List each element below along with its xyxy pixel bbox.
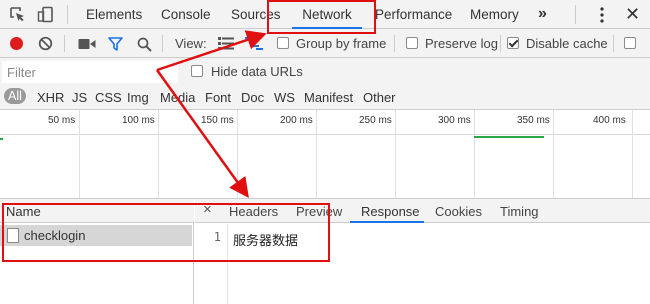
divider	[500, 35, 501, 52]
divider	[394, 35, 395, 52]
record-icon[interactable]	[9, 36, 24, 51]
disable-cache-checkbox[interactable]	[507, 37, 519, 49]
type-other-button[interactable]: Other	[363, 90, 396, 105]
tab-performance[interactable]: Performance	[375, 0, 452, 29]
timeline-tick-label: 300 ms	[438, 115, 471, 126]
timeline-gridline	[158, 110, 159, 198]
preserve-log-label: Preserve log	[425, 36, 498, 51]
more-tabs-button[interactable]: »	[538, 0, 547, 29]
timeline-gridline	[632, 110, 633, 198]
group-by-frame-checkbox[interactable]	[277, 37, 289, 49]
kebab-menu-icon[interactable]	[600, 7, 604, 23]
type-xhr-button[interactable]: XHR	[37, 90, 64, 105]
group-by-frame-label: Group by frame	[296, 36, 387, 51]
large-rows-icon[interactable]	[218, 37, 234, 50]
timeline-tick-label: 350 ms	[517, 115, 550, 126]
tab-response[interactable]: Response	[361, 204, 420, 219]
type-js-button[interactable]: JS	[72, 90, 87, 105]
annotation-box-network-tab	[267, 0, 376, 34]
timeline-tick-label: 150 ms	[201, 115, 234, 126]
tab-cookies[interactable]: Cookies	[435, 204, 482, 219]
device-toolbar-icon[interactable]	[37, 6, 54, 23]
preserve-log-checkbox[interactable]	[406, 37, 418, 49]
type-all-button[interactable]: All	[4, 88, 26, 104]
hide-data-urls-label: Hide data URLs	[211, 64, 303, 79]
timeline-request-bar	[0, 138, 3, 140]
timeline-request-bar	[474, 136, 544, 138]
tab-timing[interactable]: Timing	[500, 204, 539, 219]
timeline-gridline	[553, 110, 554, 198]
tab-memory[interactable]: Memory	[470, 0, 519, 29]
timeline-gridline	[79, 110, 80, 198]
type-ws-button[interactable]: WS	[274, 90, 295, 105]
throttle-checkbox[interactable]	[624, 37, 636, 49]
timeline-tick-label: 50 ms	[48, 115, 76, 126]
tab-console[interactable]: Console	[161, 0, 211, 29]
type-media-button[interactable]: Media	[160, 90, 195, 105]
annotation-box-request	[2, 203, 330, 262]
filter-input[interactable]	[2, 61, 178, 83]
timeline-tick-label: 250 ms	[359, 115, 392, 126]
waterfall-icon[interactable]	[245, 37, 263, 50]
type-doc-button[interactable]: Doc	[241, 90, 264, 105]
filter-icon[interactable]	[108, 37, 123, 51]
type-img-button[interactable]: Img	[127, 90, 149, 105]
divider	[162, 35, 163, 52]
inspect-element-icon[interactable]	[9, 6, 26, 23]
close-devtools-icon[interactable]: ✕	[625, 5, 640, 23]
tab-elements[interactable]: Elements	[86, 0, 142, 29]
type-css-button[interactable]: CSS	[95, 90, 122, 105]
timeline-tick-label: 200 ms	[280, 115, 313, 126]
type-manifest-button[interactable]: Manifest	[304, 90, 353, 105]
divider	[67, 5, 68, 24]
search-icon[interactable]	[137, 37, 152, 52]
resource-type-filter: All XHR JS CSS Img Media Font Doc WS Man…	[0, 85, 650, 110]
active-tab-indicator	[350, 221, 424, 223]
filter-row: Hide data URLs	[0, 58, 650, 85]
timeline-tick-label: 400 ms	[593, 115, 626, 126]
timeline-gridline	[474, 110, 475, 198]
timeline-gridline	[395, 110, 396, 198]
type-font-button[interactable]: Font	[205, 90, 231, 105]
divider	[613, 35, 614, 52]
timeline-tick-label: 100 ms	[122, 115, 155, 126]
video-camera-icon[interactable]	[78, 38, 96, 50]
hide-data-urls-checkbox[interactable]	[191, 65, 203, 77]
divider	[64, 35, 65, 52]
divider	[575, 5, 576, 24]
clear-icon[interactable]	[38, 36, 53, 51]
timeline-overview[interactable]: 50 ms 100 ms 150 ms 200 ms 250 ms 300 ms…	[0, 110, 650, 198]
timeline-gridline	[316, 110, 317, 198]
view-label: View:	[175, 36, 207, 51]
timeline-gridline	[237, 110, 238, 198]
disable-cache-label: Disable cache	[526, 36, 608, 51]
